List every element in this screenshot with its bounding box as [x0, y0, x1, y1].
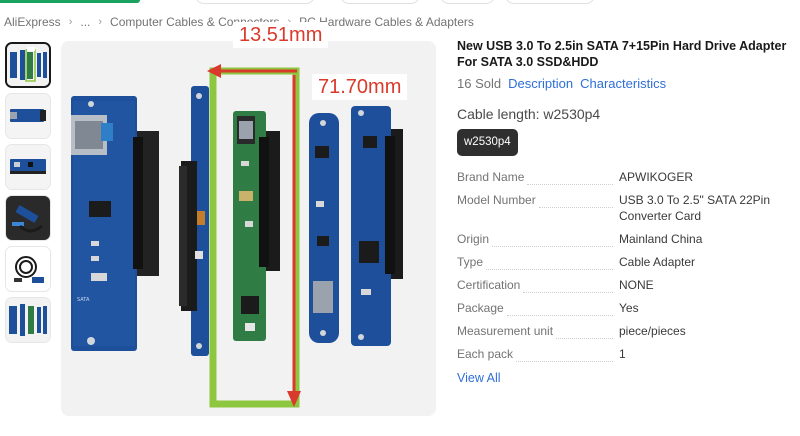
spec-row: Measurement unit piece/pieces [457, 323, 792, 346]
spec-value: NONE [619, 278, 654, 292]
view-all-link[interactable]: View All [457, 371, 501, 385]
thumbnail[interactable] [5, 42, 51, 88]
spec-key: Package [457, 300, 619, 316]
breadcrumb-item[interactable]: AliExpress [4, 15, 61, 29]
spec-key: Brand Name [457, 169, 619, 185]
spec-row: Model Number USB 3.0 To 2.5" SATA 22Pin … [457, 192, 792, 231]
width-dimension-label: 13.51mm [233, 22, 329, 48]
top-pill[interactable] [340, 0, 420, 4]
top-pill[interactable] [505, 0, 595, 4]
spec-table: Brand Name APWIKOGER Model Number USB 3.… [457, 169, 792, 369]
thumbnail[interactable] [5, 246, 51, 292]
top-pill[interactable] [440, 0, 495, 4]
top-pill[interactable] [195, 0, 315, 4]
spec-row: Package Yes [457, 300, 792, 323]
thumbnail[interactable] [5, 297, 51, 343]
spec-value: 1 [619, 347, 626, 361]
spec-value: Cable Adapter [619, 255, 696, 269]
description-link[interactable]: Description [508, 76, 573, 91]
svg-text:SATA: SATA [77, 297, 90, 303]
spec-value: USB 3.0 To 2.5" SATA 22Pin Converter Car… [619, 193, 771, 223]
spec-value: Yes [619, 301, 639, 315]
product-info-panel: New USB 3.0 To 2.5in SATA 7+15Pin Hard D… [457, 38, 792, 387]
spec-key: Origin [457, 231, 619, 247]
spec-value: Mainland China [619, 232, 703, 246]
chevron-right-icon: › [98, 16, 103, 28]
spec-key: Measurement unit [457, 323, 619, 339]
length-dimension-label: 71.70mm [312, 74, 408, 100]
spec-key: Type [457, 254, 619, 270]
variant-option-button[interactable]: w2530p4 [457, 129, 518, 156]
spec-row: Each pack 1 [457, 346, 792, 369]
spec-key: Model Number [457, 192, 619, 208]
spec-key: Certification [457, 277, 619, 293]
spec-row: Type Cable Adapter [457, 254, 792, 277]
thumbnail[interactable] [5, 93, 51, 139]
chevron-right-icon: › [68, 16, 73, 28]
characteristics-link[interactable]: Characteristics [580, 76, 666, 91]
breadcrumb-item[interactable]: ... [80, 15, 90, 29]
spec-value: piece/pieces [619, 324, 686, 338]
pcb-board-image [309, 113, 339, 343]
cable-length-label: Cable length: w2530p4 [457, 106, 601, 122]
thumbnail[interactable] [5, 144, 51, 190]
spec-key: Each pack [457, 346, 619, 362]
spec-row: Brand Name APWIKOGER [457, 169, 792, 192]
spec-value: APWIKOGER [619, 170, 694, 184]
spec-row: Origin Mainland China [457, 231, 792, 254]
thumbnail[interactable] [5, 195, 51, 241]
top-strip [0, 0, 800, 6]
sold-count: 16 Sold [457, 76, 502, 91]
top-accent-bar [0, 0, 140, 3]
thumbnail-list [5, 42, 53, 348]
product-meta: 16 Sold Description Characteristics [457, 76, 792, 91]
product-title: New USB 3.0 To 2.5in SATA 7+15Pin Hard D… [457, 39, 787, 69]
spec-row: Certification NONE [457, 277, 792, 300]
